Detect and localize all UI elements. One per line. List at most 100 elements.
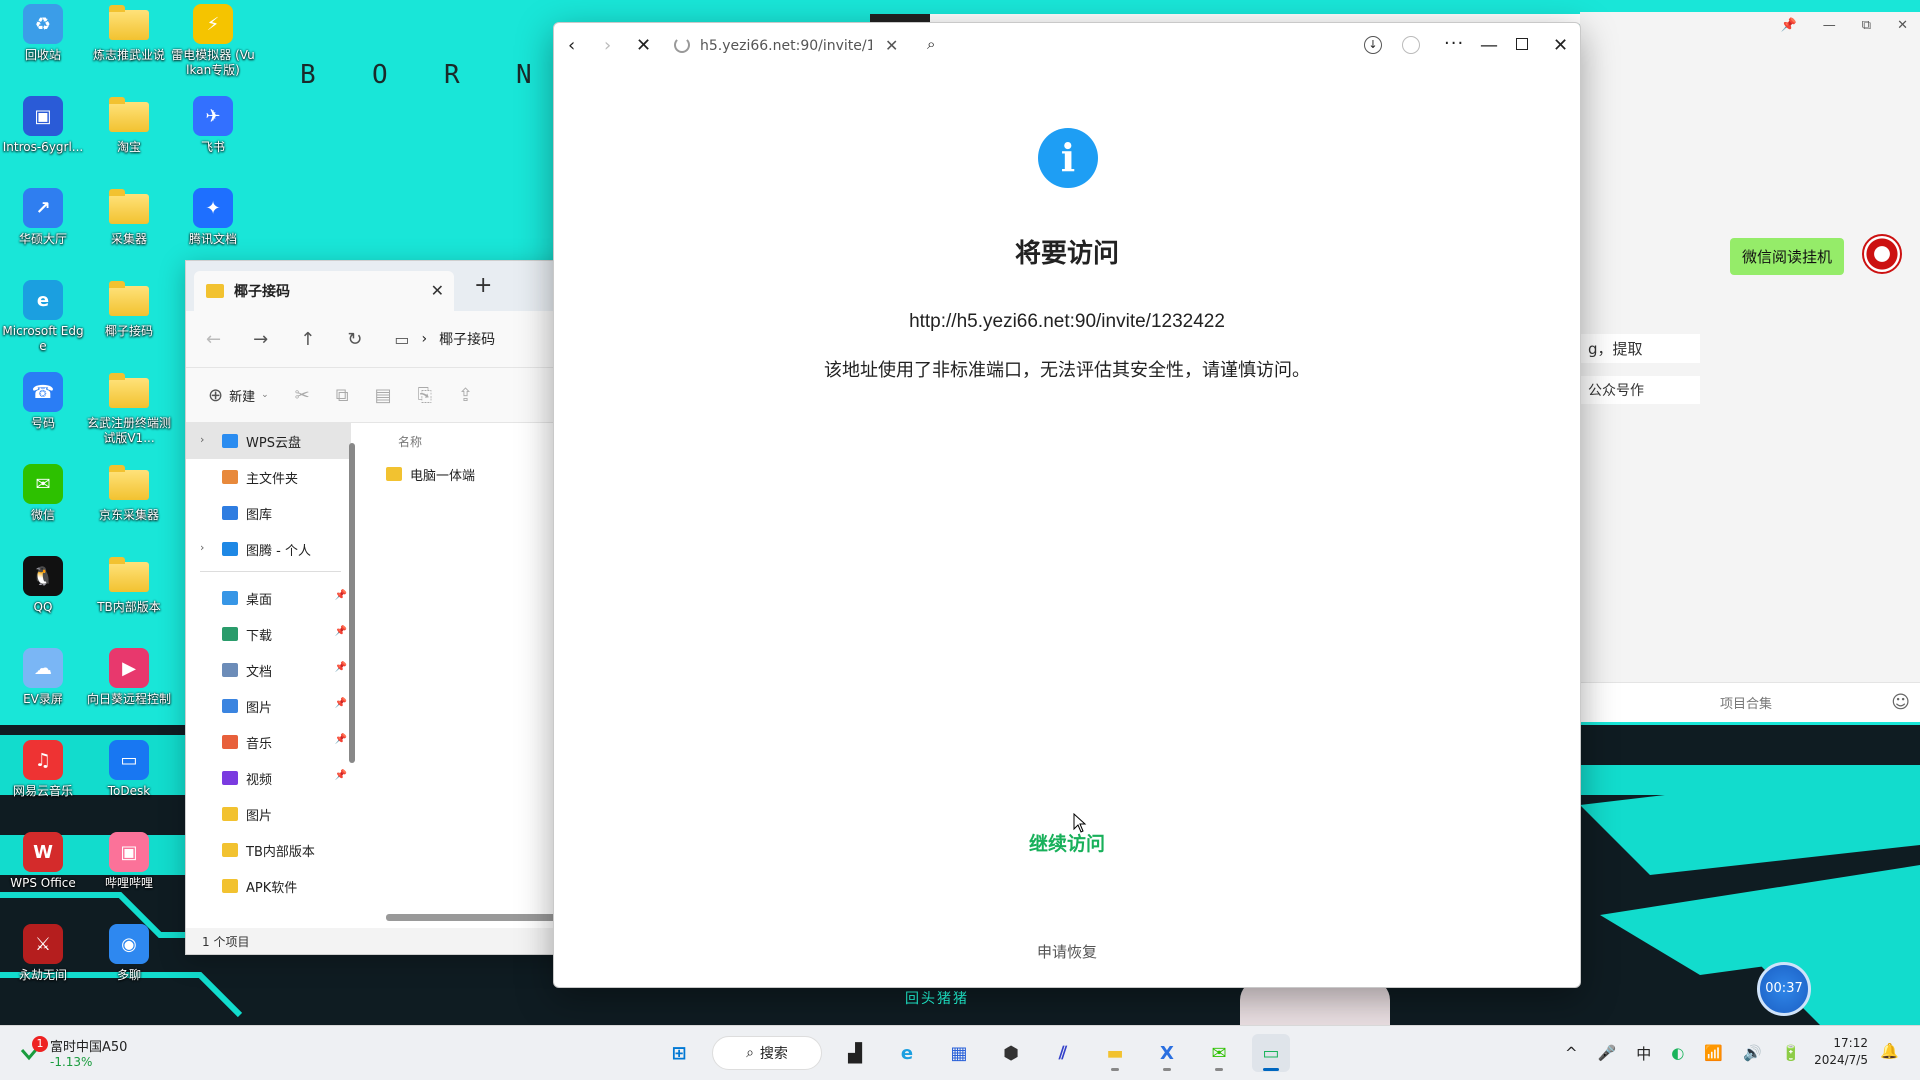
desktop-icon[interactable]: ⚔ 永劫无间 [0,924,86,983]
search-icon[interactable]: ⌕ [927,35,935,53]
desktop-icon[interactable]: ☎ 号码 [0,372,86,431]
emoji-icon[interactable]: ☺ [1891,692,1910,713]
restore-icon[interactable]: ⧉ [1862,18,1871,42]
taskbar-start-button[interactable]: ⊞ [660,1034,698,1072]
explorer-tab[interactable]: 椰子接码 ✕ [194,271,454,311]
app-tray-icon[interactable]: ◐ [1671,1044,1684,1062]
file-explorer-window[interactable]: 椰子接码 ✕ + ← → ↑ ↻ ▭ › 椰子接码 ⊕ 新建 ⌄ ✂ ⧉ ▤ ⎘… [185,260,585,955]
chat-window[interactable]: 📌 — ⧉ ✕ 微信阅读挂机 g，提取 公众号作 项目合集 ☺ [1580,12,1920,722]
chevron-right-icon[interactable]: › [200,433,204,446]
sidebar-item[interactable]: 桌面 📌 [186,580,351,616]
more-menu-icon[interactable]: ··· [1444,33,1464,54]
sidebar-item[interactable]: 图片 [186,796,351,832]
sidebar-item[interactable]: › WPS云盘 [186,423,351,459]
desktop-icon[interactable]: ▭ ToDesk [86,740,172,799]
battery-icon[interactable]: 🔋 [1782,1044,1801,1062]
pin-icon[interactable]: 📌 [335,662,347,673]
translate-globe-icon[interactable] [1402,36,1420,54]
this-pc-icon[interactable]: ▭ [394,330,409,349]
refresh-icon[interactable]: ↻ [347,329,362,350]
minimize-icon[interactable]: — [1823,18,1836,42]
wifi-icon[interactable]: 📶 [1704,1044,1723,1062]
share-icon[interactable]: ⇪ [458,385,473,406]
back-icon[interactable]: ‹ [568,35,575,56]
taskbar-cube-app-button[interactable]: ⬢ [992,1034,1030,1072]
taskbar-ai-app-button[interactable]: ⫽ [1044,1034,1082,1072]
taskbar-remote-app-button[interactable]: ▭ [1252,1034,1290,1072]
cut-icon[interactable]: ✂ [295,385,310,406]
avatar[interactable] [1862,234,1902,274]
forward-icon[interactable]: › [604,35,611,56]
sidebar-item[interactable]: APK软件 [186,868,351,904]
up-icon[interactable]: ↑ [300,329,315,350]
desktop-icon[interactable]: ☁ EV录屏 [0,648,86,707]
desktop-icon[interactable]: 炼志推武业说 [86,4,172,63]
desktop-icon[interactable]: W WPS Office [0,832,86,891]
desktop-icon[interactable]: ✉ 微信 [0,464,86,523]
pin-icon[interactable]: 📌 [335,626,347,637]
paste-icon[interactable]: ▤ [375,385,392,406]
new-button[interactable]: ⊕ 新建 ⌄ [208,385,269,406]
desktop-icon[interactable]: ◉ 多聊 [86,924,172,983]
microphone-icon[interactable]: 🎤 [1598,1044,1617,1062]
taskbar-store-button[interactable]: ▦ [940,1034,978,1072]
stop-loading-icon[interactable]: ✕ [636,35,651,56]
desktop-icon[interactable]: 京东采集器 [86,464,172,523]
sidebar-item[interactable]: TB内部版本 [186,832,351,868]
desktop-icon[interactable]: ✈ 飞书 [170,96,256,155]
recording-timer[interactable]: 00:37 [1757,962,1811,1016]
chevron-right-icon[interactable]: › [200,541,204,554]
close-tab-icon[interactable]: ✕ [431,281,444,300]
clear-address-icon[interactable]: ✕ [885,36,898,55]
desktop-icon[interactable]: ♻ 回收站 [0,4,86,63]
notification-bell-icon[interactable]: 🔔 [1880,1042,1899,1060]
taskbar-task-view-button[interactable]: ▟ [836,1034,874,1072]
maximize-icon[interactable] [1516,38,1528,50]
pin-icon[interactable]: 📌 [335,698,347,709]
chat-message-bubble[interactable]: 微信阅读挂机 [1730,238,1845,275]
desktop-icon[interactable]: ▣ Intros-6ygrl... [0,96,86,155]
desktop-icon[interactable]: 椰子接码 [86,280,172,339]
taskbar-wechat-button[interactable]: ✉ [1200,1034,1238,1072]
desktop-icon[interactable]: ↗ 华硕大厅 [0,188,86,247]
pin-icon[interactable]: 📌 [335,770,347,781]
sidebar-item[interactable]: 视频 📌 [186,760,351,796]
minimize-icon[interactable]: — [1480,35,1498,56]
desktop-icon[interactable]: ✦ 腾讯文档 [170,188,256,247]
address-bar[interactable]: h5.yezi66.net:90/invite/1232422 [700,38,872,54]
copy-icon[interactable]: ⧉ [336,385,349,406]
desktop-icon[interactable]: ▣ 哔哩哔哩 [86,832,172,891]
request-restore-link[interactable]: 申请恢复 [554,941,1580,962]
sidebar-item[interactable]: 图片 📌 [186,688,351,724]
show-hidden-icons[interactable]: ^ [1565,1044,1578,1062]
desktop-icon[interactable]: ♫ 网易云音乐 [0,740,86,799]
desktop-icon[interactable]: 🐧 QQ [0,556,86,615]
back-icon[interactable]: ← [206,329,221,350]
new-tab-button[interactable]: + [474,273,492,298]
desktop-icon[interactable]: ⚡ 雷电模拟器 (Vulkan专版) [170,4,256,78]
desktop-icon[interactable]: 采集器 [86,188,172,247]
project-collection-label[interactable]: 项目合集 [1720,693,1772,712]
taskbar-edge-button[interactable]: e [888,1034,926,1072]
stock-widget[interactable]: 1 富时中国A50 -1.13% [20,1035,127,1069]
clock[interactable]: 17:12 2024/7/5 [1808,1035,1868,1069]
ime-icon[interactable]: 中 [1636,1043,1651,1064]
pin-icon[interactable]: 📌 [1781,18,1797,42]
download-icon[interactable]: ↓ [1364,36,1382,54]
rename-icon[interactable]: ⎘ [418,385,432,406]
taskbar-search-box[interactable]: ⌕ 搜索 [712,1036,822,1070]
desktop-icon[interactable]: 淘宝 [86,96,172,155]
desktop-icon[interactable]: TB内部版本 [86,556,172,615]
forward-icon[interactable]: → [253,329,268,350]
sidebar-item[interactable]: 下载 📌 [186,616,351,652]
sidebar-item[interactable]: 文档 📌 [186,652,351,688]
sidebar-item[interactable]: 音乐 📌 [186,724,351,760]
browser-window[interactable]: ‹ › ✕ h5.yezi66.net:90/invite/1232422 ✕ … [553,22,1581,988]
volume-icon[interactable]: 🔊 [1743,1044,1762,1062]
desktop-icon[interactable]: e Microsoft Edge [0,280,86,354]
breadcrumb[interactable]: 椰子接码 [439,329,495,349]
desktop-icon[interactable]: ▶ 向日葵远程控制 [86,648,172,707]
pin-icon[interactable]: 📌 [335,590,347,601]
sidebar-item[interactable]: 图库 [186,495,351,531]
sidebar-item[interactable]: › 图腾 - 个人 [186,531,351,567]
